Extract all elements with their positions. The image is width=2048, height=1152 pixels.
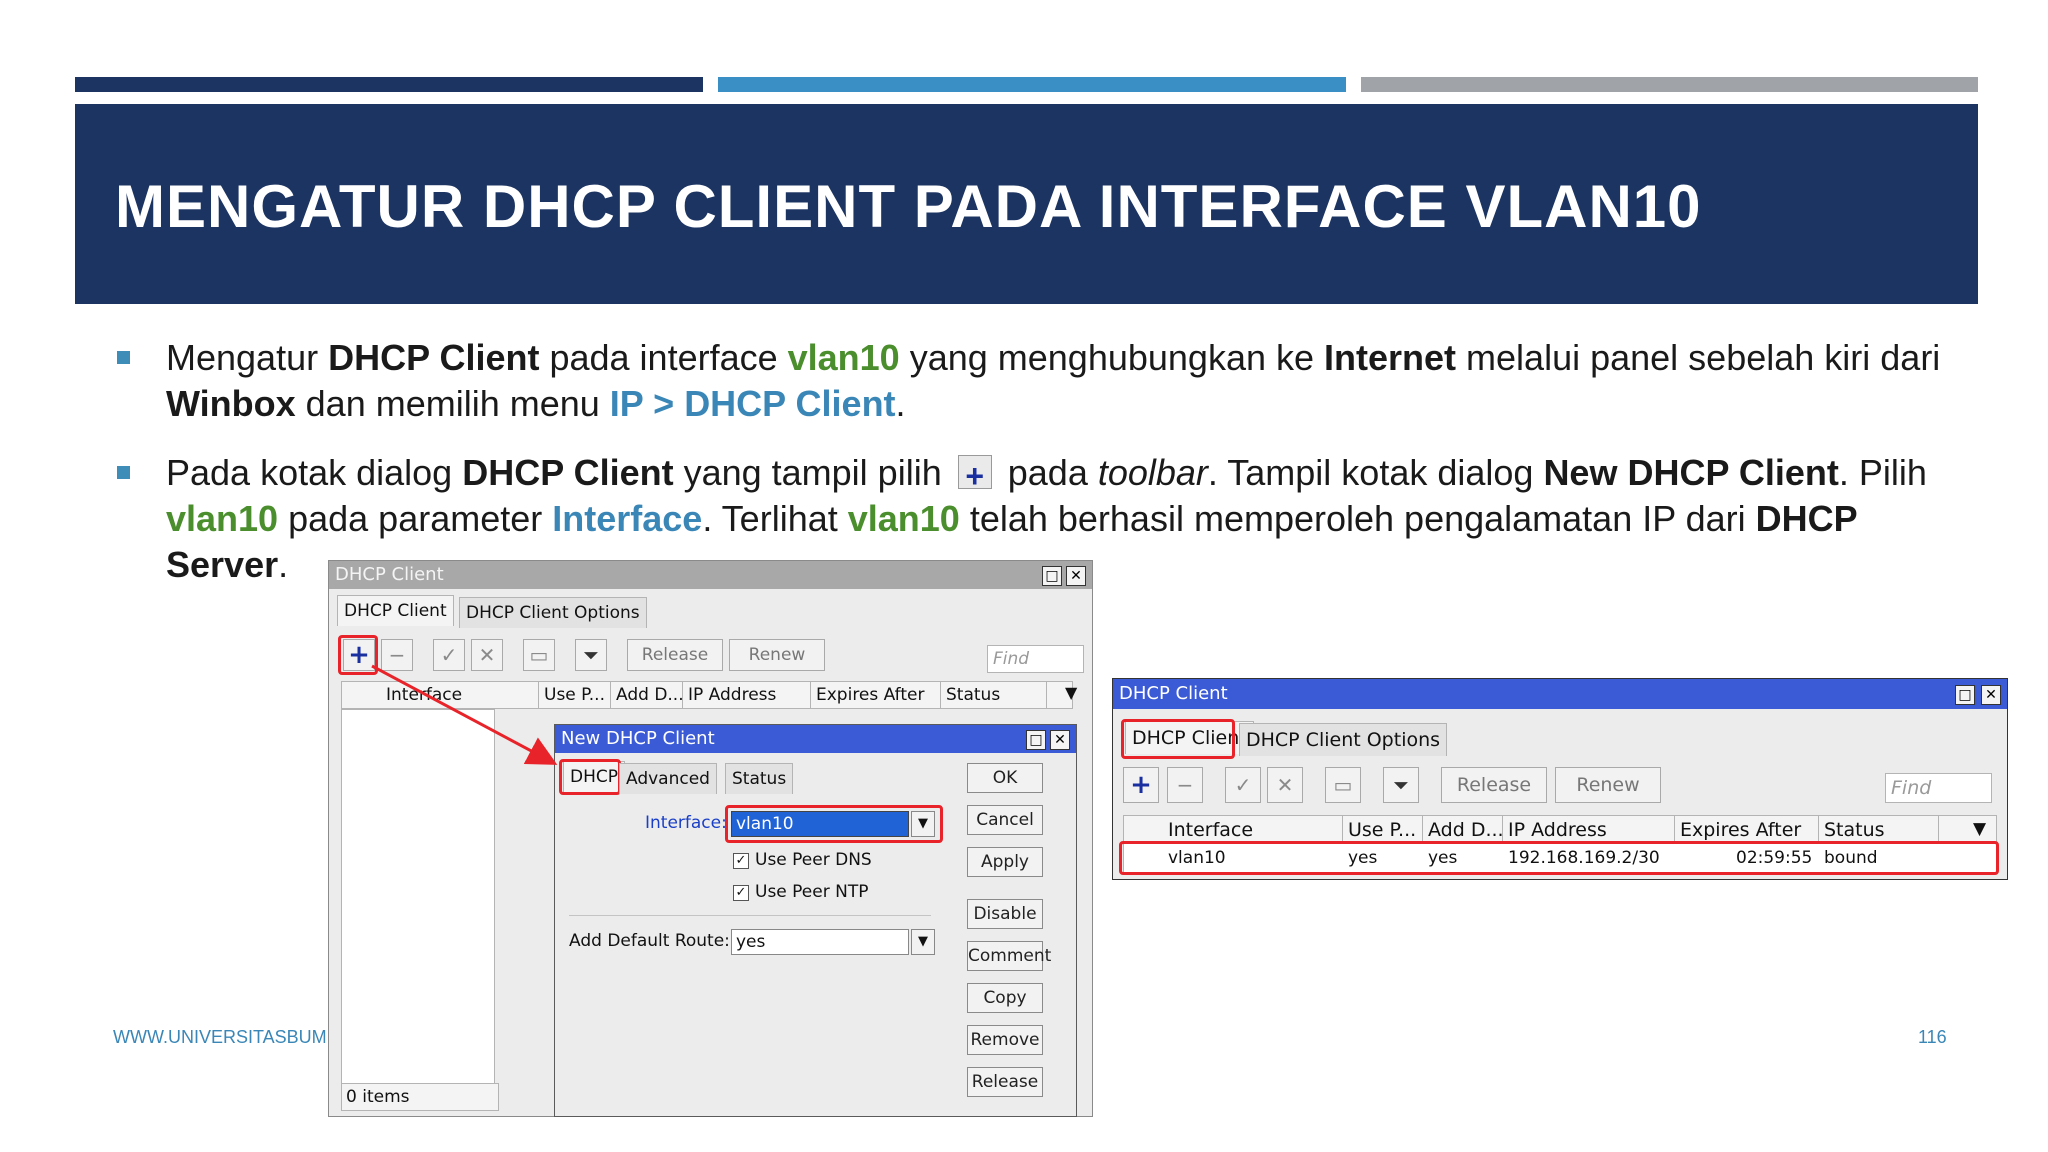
tab-dhcp-client-options[interactable]: DHCP Client Options: [1239, 723, 1448, 756]
pointer-arrow: [371, 664, 558, 765]
column-add-default[interactable]: Add D...: [1424, 816, 1503, 844]
maximize-icon[interactable]: □: [1955, 685, 1975, 705]
window-title: DHCP Client: [1119, 683, 1228, 704]
column-menu-icon[interactable]: ▼: [1973, 819, 1986, 839]
remove-icon[interactable]: −: [1167, 767, 1203, 803]
comment-icon[interactable]: ▭: [1325, 767, 1361, 803]
column-interface[interactable]: Interface: [1164, 816, 1343, 844]
enable-icon[interactable]: ✓: [1225, 767, 1261, 803]
column-ip-address[interactable]: IP Address: [1504, 816, 1675, 844]
column-use-peer[interactable]: Use P...: [1344, 816, 1423, 844]
highlight-dhcp-client-tab: [1121, 719, 1235, 759]
filter-icon[interactable]: ⏷: [1383, 767, 1419, 803]
window-titlebar: DHCP Client: [1113, 679, 2007, 709]
close-icon[interactable]: ✕: [1981, 685, 2001, 705]
dhcp-client-window-right: DHCP Client □ ✕ DHCP Client DHCP Client …: [1112, 678, 2008, 880]
find-input[interactable]: Find: [1885, 773, 1992, 803]
add-icon[interactable]: +: [1123, 767, 1159, 803]
disable-icon[interactable]: ✕: [1267, 767, 1303, 803]
highlight-result-row: [1119, 841, 1999, 875]
column-status[interactable]: Status: [1820, 816, 1939, 844]
column-expires-after[interactable]: Expires After: [1676, 816, 1819, 844]
release-button[interactable]: Release: [1441, 767, 1547, 803]
renew-button[interactable]: Renew: [1555, 767, 1661, 803]
